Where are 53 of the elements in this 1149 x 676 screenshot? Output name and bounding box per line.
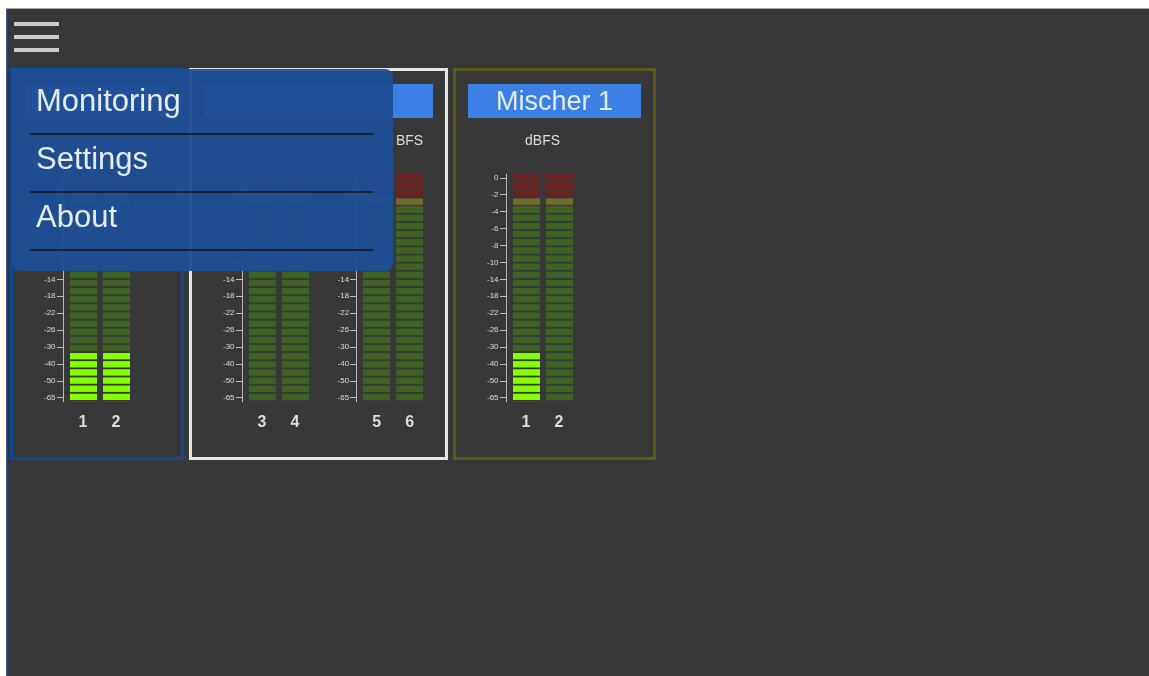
- channel-number: 6: [404, 412, 416, 432]
- scale-label: -26: [44, 326, 56, 335]
- scale-label: -40: [487, 360, 499, 369]
- scale-label: -50: [337, 377, 350, 386]
- scale-label: -18: [44, 292, 56, 301]
- scale-label: -18: [223, 292, 235, 301]
- channel-number: 5: [371, 412, 383, 432]
- scale-label: -50: [44, 377, 56, 386]
- menu-item[interactable]: Settings: [30, 139, 373, 193]
- channel-number: 2: [553, 412, 565, 432]
- channel-number: 1: [77, 412, 89, 432]
- scale-label: -22: [487, 309, 499, 318]
- scale-label: -65: [487, 394, 499, 402]
- scale-label: -22: [44, 309, 56, 318]
- scale-label: -40: [223, 360, 235, 369]
- unit-label: BFS: [394, 132, 424, 148]
- unit-label: dBFS: [524, 132, 562, 148]
- scale-label: 0: [494, 174, 499, 182]
- scale-label: -14: [223, 275, 235, 284]
- scale-label: -50: [223, 377, 235, 386]
- menu-item[interactable]: About: [30, 197, 373, 251]
- scale-label: -6: [491, 224, 499, 233]
- scale-label: -4: [491, 207, 499, 216]
- channel-number: 2: [110, 412, 122, 432]
- scale-label: -26: [487, 326, 499, 335]
- scale-label: -40: [337, 360, 350, 369]
- scale-label: -8: [491, 241, 499, 250]
- scale-label: -14: [44, 275, 56, 284]
- scale-label: -65: [223, 394, 235, 402]
- scale-label: -14: [487, 275, 499, 284]
- scale-label: -18: [487, 292, 499, 301]
- scale-label: -65: [337, 394, 350, 402]
- menu-item[interactable]: Monitoring: [30, 81, 373, 135]
- scale-label: -30: [337, 343, 350, 352]
- scale-label: -40: [44, 360, 56, 369]
- scale-label: -26: [223, 326, 235, 335]
- scale-label: -30: [44, 343, 56, 352]
- channel-number: 3: [256, 412, 268, 432]
- channel-number: 4: [289, 412, 301, 432]
- scale-label: -26: [337, 326, 350, 335]
- panel-title: Mischer 1: [468, 84, 641, 118]
- channel-number: 1: [520, 412, 532, 432]
- scale-label: -22: [223, 309, 235, 318]
- scale-label: -2: [491, 190, 499, 199]
- scale-label: -18: [337, 292, 350, 301]
- scale-label: -50: [487, 377, 499, 386]
- menu-icon[interactable]: [14, 22, 59, 54]
- scale-label: -10: [487, 258, 499, 267]
- scale-label: -14: [337, 275, 350, 284]
- scale-label: -30: [223, 343, 235, 352]
- scale-label: -22: [337, 309, 350, 318]
- scale-label: -30: [487, 343, 499, 352]
- scale-label: -65: [44, 394, 56, 402]
